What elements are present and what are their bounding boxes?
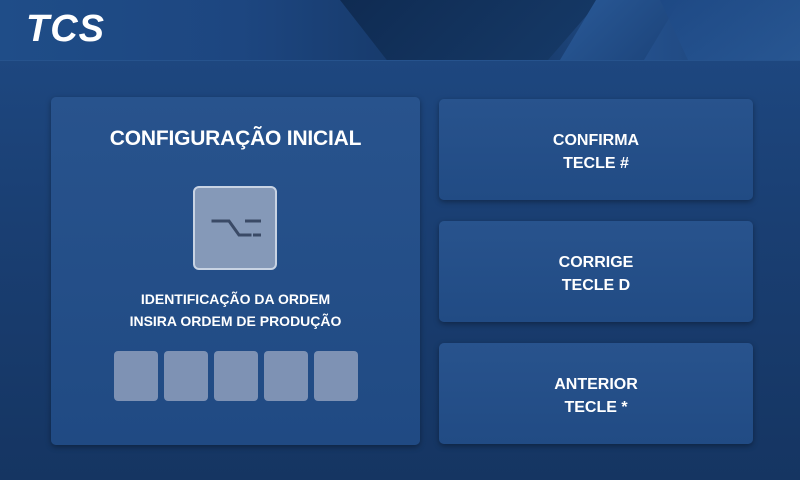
digit-slot-1[interactable] xyxy=(114,351,158,401)
header-bar: TCS xyxy=(0,0,800,60)
header-decoration xyxy=(660,0,800,60)
confirm-button-label: CONFIRMA xyxy=(552,132,640,149)
order-number-input[interactable] xyxy=(114,351,359,401)
instruction-order-id: IDENTIFICAÇÃO DA ORDEM xyxy=(140,291,331,307)
instruction-enter-order: INSIRA ORDEM DE PRODUÇÃO xyxy=(129,313,342,329)
digit-slot-3[interactable] xyxy=(214,351,258,401)
digit-slot-5[interactable] xyxy=(314,351,358,401)
setup-panel: CONFIGURAÇÃO INICIAL IDENTIFICAÇÃO DA OR… xyxy=(51,97,420,445)
correct-button[interactable]: CORRIGE TECLE D xyxy=(439,221,753,322)
correct-button-label: CORRIGE xyxy=(558,254,634,271)
panel-title: CONFIGURAÇÃO INICIAL xyxy=(109,127,362,150)
digit-slot-4[interactable] xyxy=(264,351,308,401)
order-switch-icon xyxy=(193,186,277,270)
confirm-button[interactable]: CONFIRMA TECLE # xyxy=(439,99,753,200)
correct-key-hint: TECLE D xyxy=(561,277,631,294)
digit-slot-2[interactable] xyxy=(164,351,208,401)
header-decoration xyxy=(340,0,600,60)
previous-button-label: ANTERIOR xyxy=(554,376,638,393)
confirm-key-hint: TECLE # xyxy=(563,155,629,172)
header-divider xyxy=(0,60,800,61)
screen: TCS CONFIGURAÇÃO INICIAL IDENTIFICAÇÃO D… xyxy=(0,0,800,480)
previous-key-hint: TECLE * xyxy=(564,399,628,416)
brand-logo: TCS xyxy=(26,8,105,50)
switch-symbol-icon xyxy=(211,219,261,237)
previous-button[interactable]: ANTERIOR TECLE * xyxy=(439,343,753,444)
